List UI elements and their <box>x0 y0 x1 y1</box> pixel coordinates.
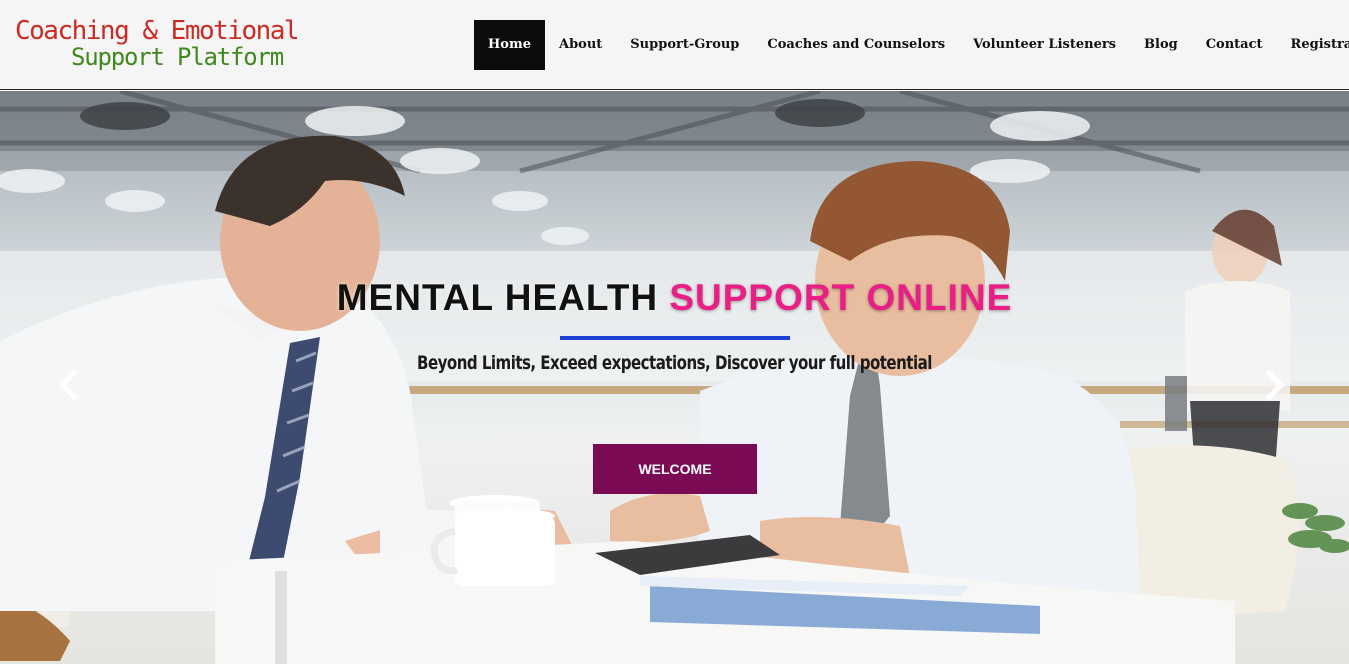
nav-support-group[interactable]: Support-Group <box>616 20 753 70</box>
chevron-right-icon <box>1265 369 1285 401</box>
carousel-next-button[interactable] <box>1263 369 1287 401</box>
nav-contact[interactable]: Contact <box>1192 20 1277 70</box>
nav-coaches-counselors[interactable]: Coaches and Counselors <box>753 20 959 70</box>
nav-registration-label: Registration <box>1290 37 1349 52</box>
brand-title-line1: Coaching & Emotional <box>15 16 300 46</box>
hero-headline: MENTAL HEALTH SUPPORT ONLINE <box>0 277 1349 319</box>
hero-headline-part1: MENTAL HEALTH <box>336 277 659 318</box>
brand-title-line2: Support Platform <box>71 43 284 71</box>
nav-home[interactable]: Home <box>474 20 545 70</box>
navbar: Coaching & Emotional Support Platform Ho… <box>0 0 1349 90</box>
nav-volunteer-listeners[interactable]: Volunteer Listeners <box>959 20 1130 70</box>
hero-divider <box>560 336 790 340</box>
main-nav: Home About Support-Group Coaches and Cou… <box>474 20 1349 70</box>
nav-registration-dropdown[interactable]: Registration <box>1277 20 1349 70</box>
hero-caption: MENTAL HEALTH SUPPORT ONLINE Beyond Limi… <box>0 91 1349 664</box>
carousel-prev-button[interactable] <box>56 369 80 401</box>
hero-subheadline: Beyond Limits, Exceed expectations, Disc… <box>417 352 932 374</box>
hero-headline-part2: SUPPORT ONLINE <box>669 277 1013 318</box>
nav-about[interactable]: About <box>545 20 616 70</box>
chevron-left-icon <box>58 369 78 401</box>
welcome-button[interactable]: WELCOME <box>593 444 757 494</box>
nav-blog[interactable]: Blog <box>1130 20 1192 70</box>
brand-logo[interactable]: Coaching & Emotional Support Platform <box>15 16 300 71</box>
hero-carousel: MENTAL HEALTH SUPPORT ONLINE Beyond Limi… <box>0 91 1349 664</box>
